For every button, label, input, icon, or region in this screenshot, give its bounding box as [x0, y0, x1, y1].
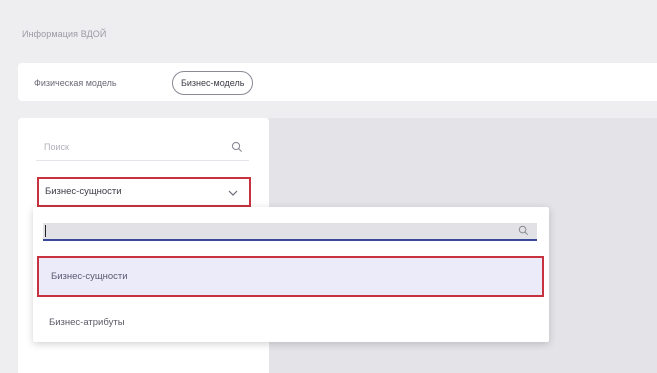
dropdown-option-business-entities[interactable]: Бизнес-сущности [37, 256, 544, 297]
search-placeholder: Поиск [44, 142, 69, 152]
model-tabs: Физическая модель Бизнес-модель [18, 63, 657, 101]
page: Информация ВДОЙ Физическая модель Бизнес… [0, 0, 657, 373]
chevron-down-icon[interactable] [227, 187, 239, 199]
tab-physical-model[interactable]: Физическая модель [34, 73, 117, 93]
search-icon[interactable] [518, 225, 529, 236]
dropdown-option-business-attributes[interactable]: Бизнес-атрибуты [33, 304, 549, 342]
select-value: Бизнес-сущности [45, 186, 122, 197]
select-dropdown: Бизнес-сущности Бизнес-атрибуты [33, 207, 549, 342]
search-input[interactable]: Поиск [36, 136, 249, 161]
dropdown-search-input[interactable] [43, 223, 537, 241]
tab-business-model[interactable]: Бизнес-модель [172, 71, 254, 95]
breadcrumb[interactable]: Информация ВДОЙ [22, 29, 106, 39]
entity-type-select[interactable]: Бизнес-сущности [37, 177, 251, 207]
search-icon[interactable] [231, 141, 243, 153]
text-cursor [45, 225, 46, 237]
